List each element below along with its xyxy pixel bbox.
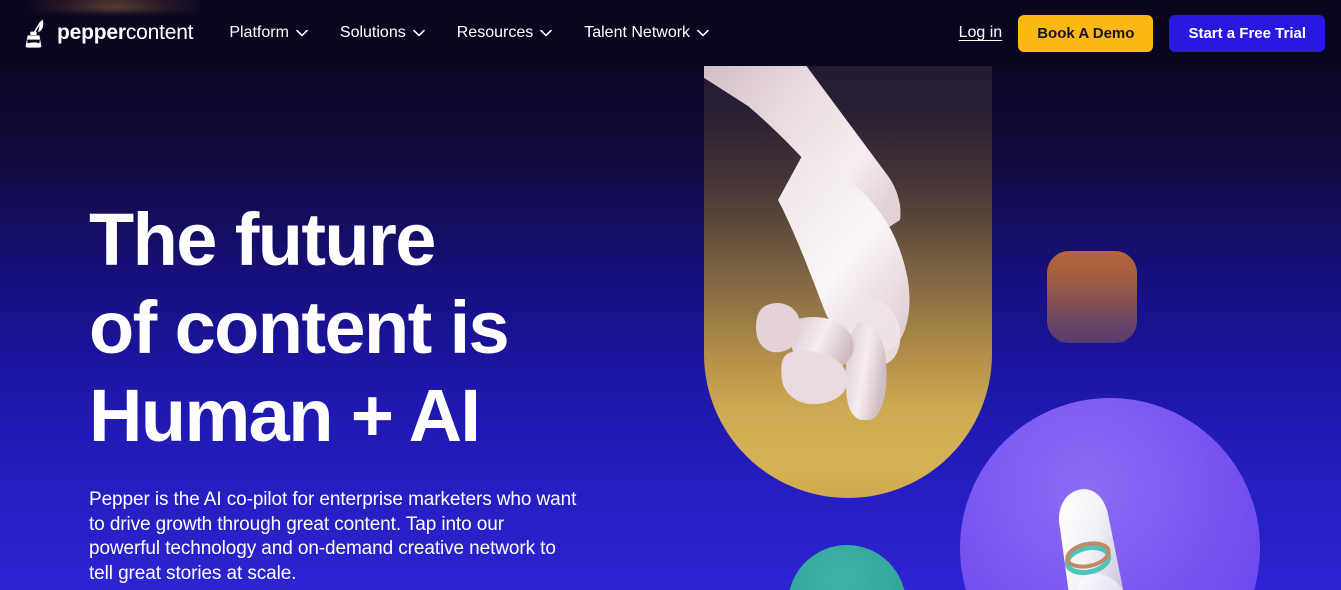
rounded-square-decor — [1047, 251, 1137, 343]
book-a-demo-button[interactable]: Book A Demo — [1018, 14, 1154, 52]
chevron-down-icon — [697, 29, 709, 37]
hero-subcopy: Pepper is the AI co-pilot for enterprise… — [89, 489, 577, 584]
primary-navigation: Platform Solutions Resources Talent Netw… — [229, 24, 709, 42]
purple-circle-decor — [960, 398, 1260, 590]
brand-name: peppercontent — [57, 21, 194, 45]
nav-label-resources: Resources — [456, 24, 534, 41]
gold-arch-panel — [704, 66, 992, 498]
header-actions: Log in Book A Demo Start a Free Trial — [959, 14, 1325, 52]
inkwell-quill-icon — [25, 19, 44, 48]
chevron-down-icon — [412, 29, 425, 37]
teal-circle-decor — [788, 545, 906, 590]
human-hand-pointing-down-icon — [704, 66, 910, 420]
nav-item-talent-network[interactable]: Talent Network — [584, 24, 709, 42]
hero-page: peppercontent Platform Solutions Resourc… — [0, 0, 1341, 590]
nav-item-solutions[interactable]: Solutions — [340, 24, 425, 42]
nav-item-platform[interactable]: Platform — [229, 24, 308, 42]
headline-line-2: of content is — [89, 286, 510, 369]
headline-line-3: Human + AI — [89, 374, 481, 457]
start-free-trial-button[interactable]: Start a Free Trial — [1169, 14, 1325, 52]
nav-item-resources[interactable]: Resources — [456, 24, 553, 42]
chevron-down-icon — [296, 29, 308, 37]
headline-line-1: The future — [89, 198, 436, 281]
page-title: The future of content is Human + AI — [89, 196, 689, 460]
robot-hand-pointing-up-icon — [1059, 489, 1124, 590]
nav-list: Platform Solutions Resources Talent Netw… — [229, 24, 709, 42]
hero-content: The future of content is Human + AI Pepp… — [89, 196, 689, 586]
site-header: peppercontent Platform Solutions Resourc… — [0, 0, 1341, 66]
login-link[interactable]: Log in — [959, 24, 1003, 42]
chevron-down-icon — [540, 29, 553, 37]
nav-label-talent-network: Talent Network — [584, 24, 691, 41]
brand-logo-link[interactable]: peppercontent — [22, 18, 194, 48]
brand-name-light: content — [125, 21, 194, 44]
nav-label-solutions: Solutions — [339, 24, 406, 41]
brand-name-bold: pepper — [57, 21, 126, 44]
nav-label-platform: Platform — [229, 24, 289, 41]
